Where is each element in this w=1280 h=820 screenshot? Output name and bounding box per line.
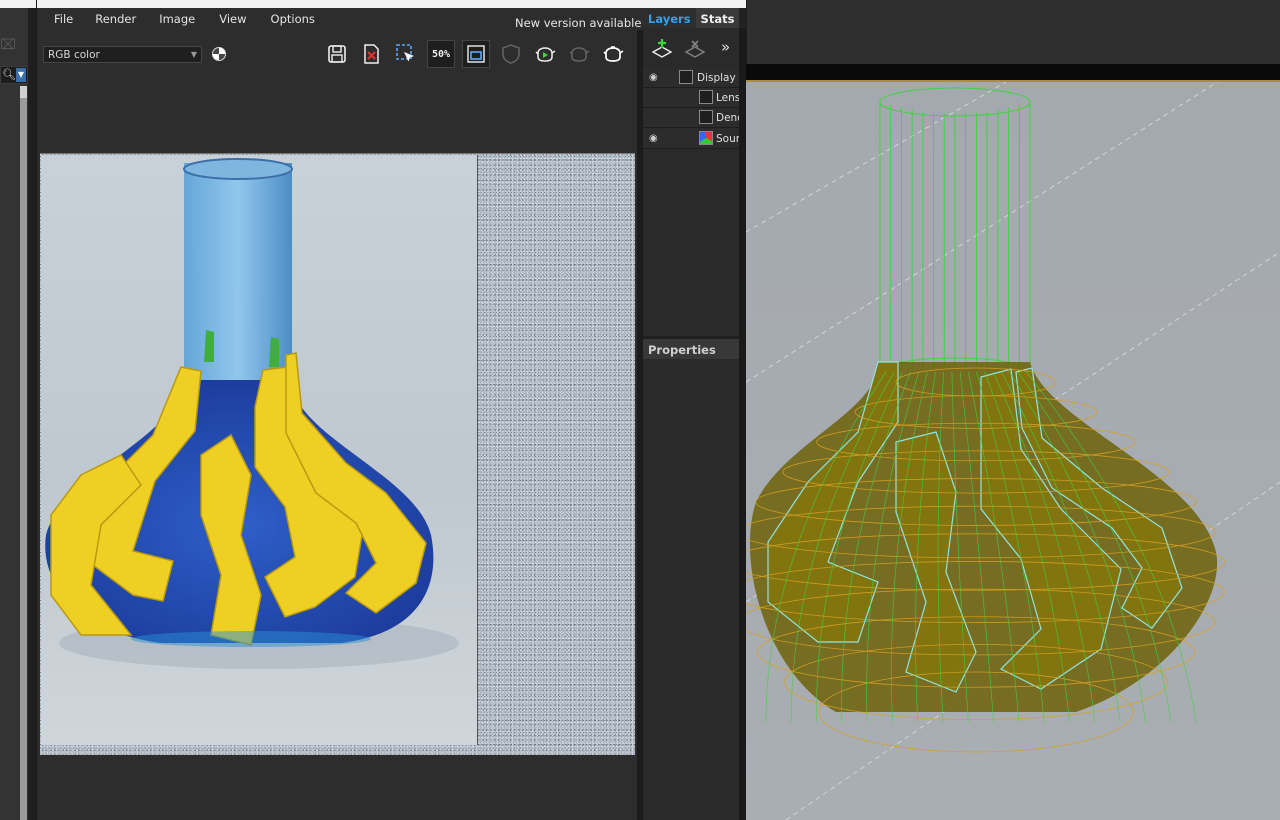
title-strip [37, 0, 747, 8]
track-mouse-button[interactable] [497, 40, 525, 68]
layer-row[interactable]: ◉ Source: RGB [643, 129, 739, 149]
region-render-button[interactable] [392, 40, 420, 68]
add-layer-button[interactable] [650, 38, 674, 60]
ab-compare-icon[interactable] [212, 47, 226, 61]
menu-options[interactable]: Options [271, 8, 315, 30]
toolbar-icon-fragment[interactable]: ⌧ [0, 36, 18, 54]
clear-image-button[interactable] [357, 40, 385, 68]
remove-layer-icon [684, 40, 706, 58]
search-icon: 🔍︎ [2, 68, 16, 81]
layer-name: Lens Effects [716, 92, 739, 104]
title-strip [0, 0, 36, 8]
properties-header: Properties [643, 339, 739, 359]
panel-tabs: Layers Stats [643, 8, 747, 28]
frame-icon [467, 45, 485, 63]
render-button[interactable] [599, 40, 627, 68]
scroll-up-button[interactable] [20, 86, 27, 98]
divider [28, 8, 36, 820]
layer-row[interactable]: Lens Effects [643, 88, 739, 108]
frame-buffer-window: File Render Image View Options New versi… [36, 0, 747, 820]
save-icon [328, 45, 346, 63]
teapot-play-icon [535, 47, 556, 62]
zoom-level-button[interactable]: 50% [427, 40, 455, 68]
layer-row[interactable]: ◉ Display Correction [643, 68, 739, 88]
save-image-button[interactable] [323, 40, 351, 68]
eye-icon[interactable]: ◉ [649, 133, 661, 145]
lens-effects-icon [699, 90, 713, 104]
denoiser-icon [699, 110, 713, 124]
viewport-header [746, 64, 1280, 82]
chevron-down-icon: ▼ [190, 50, 197, 59]
shield-icon [502, 44, 520, 64]
render-canvas[interactable] [40, 153, 635, 755]
rendered-image [41, 155, 478, 745]
teapot-icon [569, 47, 590, 62]
menu-image[interactable]: Image [159, 8, 195, 30]
curve-icon [679, 70, 693, 84]
vertical-scrollbar[interactable] [20, 86, 27, 820]
rendered-vase-image [45, 158, 459, 669]
left-viewport-fragment: ⌧ 🔍︎ ▼ [0, 0, 36, 820]
channel-select-value: RGB color [48, 49, 100, 61]
frame-fit-button[interactable] [462, 40, 490, 68]
layer-toolbar: » [643, 32, 747, 68]
interactive-render-button[interactable] [531, 40, 559, 68]
teapot-icon [603, 46, 624, 62]
chevron-down-icon[interactable]: ▼ [16, 68, 26, 82]
3d-viewport[interactable] [746, 82, 1280, 820]
layers-panel: Layers Stats » ◉ Display Correction Lens… [643, 8, 747, 820]
zoom-level-label: 50% [431, 48, 451, 60]
menu-view[interactable]: View [219, 8, 246, 30]
menu-render[interactable]: Render [95, 8, 136, 30]
layer-name: Source: RGB [716, 133, 739, 145]
region-select-icon [396, 44, 414, 62]
layer-name: Display Correction [697, 72, 739, 84]
source-rgb-icon [699, 131, 713, 145]
render-last-button[interactable] [565, 40, 593, 68]
tab-stats[interactable]: Stats [695, 8, 740, 28]
clear-icon [364, 44, 379, 64]
layer-row[interactable]: Denoiser [643, 108, 739, 128]
viewport-toolbar-area [746, 0, 1280, 64]
layer-name: Denoiser [716, 112, 739, 124]
wireframe-mesh-view [746, 82, 1280, 820]
new-version-link[interactable]: New version available! [515, 16, 646, 30]
remove-layer-button[interactable] [683, 38, 707, 60]
search-combo-fragment[interactable]: 🔍︎ ▼ [0, 66, 28, 84]
add-layer-icon [651, 39, 673, 58]
tab-layers[interactable]: Layers [643, 8, 696, 28]
eye-icon[interactable]: ◉ [649, 72, 661, 84]
menu-file[interactable]: File [54, 8, 73, 30]
channel-select[interactable]: RGB color ▼ [43, 46, 202, 63]
